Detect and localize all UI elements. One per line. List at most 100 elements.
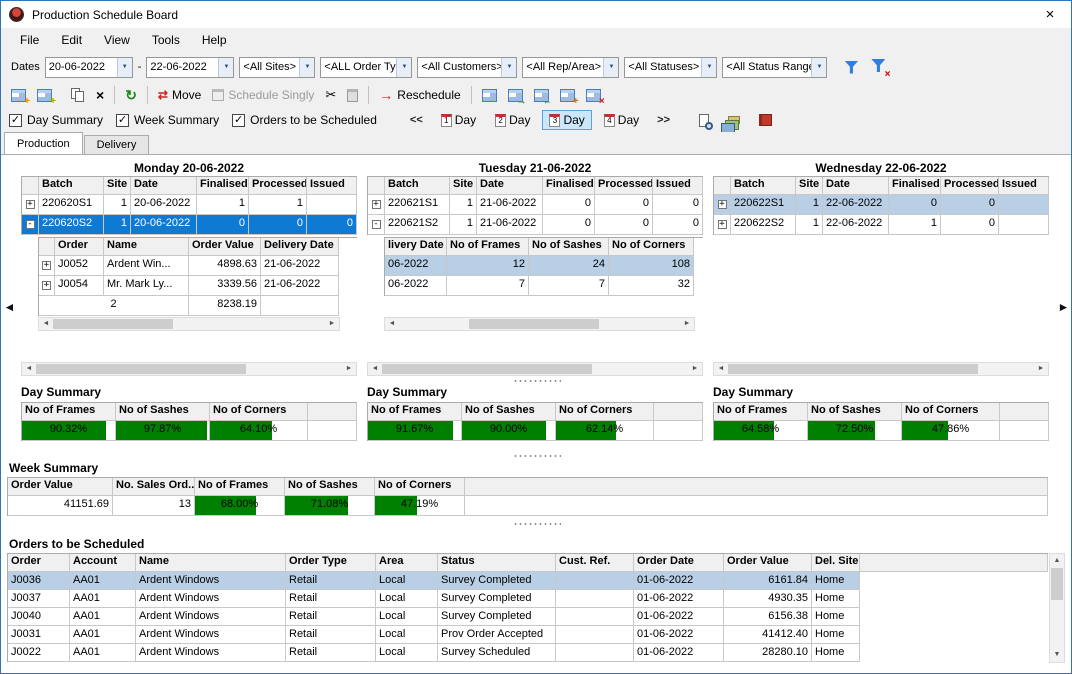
column-header-no-of-sashes[interactable]: No of Sashes xyxy=(462,403,556,421)
close-button[interactable]: × xyxy=(1029,1,1071,28)
order-row[interactable]: + J0052 Ardent Win... 4898.63 21-06-2022 xyxy=(39,256,357,276)
grid-view-button[interactable] xyxy=(478,84,501,106)
column-header-status[interactable]: Status xyxy=(438,554,556,572)
order-row[interactable]: J0031 AA01 Ardent Windows Retail Local P… xyxy=(8,626,1048,644)
scrollbar-thumb[interactable] xyxy=(53,319,173,329)
column-header-processed[interactable]: Processed xyxy=(595,177,653,195)
grid-edit-button[interactable]: × xyxy=(582,84,605,106)
order-row-highlighted[interactable]: J0036 AA01 Ardent Windows Retail Local S… xyxy=(8,572,1048,590)
collapse-cell[interactable]: - xyxy=(22,215,39,235)
tab-delivery[interactable]: Delivery xyxy=(84,135,150,154)
close-register-button[interactable] xyxy=(755,109,776,131)
scroll-right-icon[interactable]: ► xyxy=(342,363,356,375)
column-header-no-of-corners[interactable]: No of Corners xyxy=(902,403,1000,421)
collapse-icon[interactable]: - xyxy=(372,220,381,229)
scroll-right-icon[interactable]: ► xyxy=(1034,363,1048,375)
column-header-date[interactable]: Date xyxy=(823,177,889,195)
column-header-no-of-sashes[interactable]: No of Sashes xyxy=(808,403,902,421)
chevron-down-icon[interactable]: ▼ xyxy=(501,58,516,77)
scrollbar-thumb[interactable] xyxy=(382,364,592,374)
column-header-issued[interactable]: Issued xyxy=(999,177,1049,195)
menu-view[interactable]: View xyxy=(93,29,141,51)
scrollbar-thumb[interactable] xyxy=(469,319,599,329)
collapse-cell[interactable]: - xyxy=(368,215,385,235)
week-summary-checkbox[interactable]: ✓ xyxy=(116,114,129,127)
scroll-left-icon[interactable]: ◄ xyxy=(368,363,382,375)
chevron-down-icon[interactable]: ▼ xyxy=(299,58,314,77)
menu-help[interactable]: Help xyxy=(191,29,238,51)
grid-export-button[interactable]: → xyxy=(504,84,527,106)
column-header-site[interactable]: Site xyxy=(104,177,131,195)
column-header-order-value[interactable]: Order Value xyxy=(8,478,113,496)
column-header-finalised[interactable]: Finalised xyxy=(543,177,595,195)
scrollbar-track[interactable] xyxy=(246,363,342,375)
chevron-down-icon[interactable]: ▼ xyxy=(603,58,618,77)
grid-add-button[interactable]: + xyxy=(556,84,579,106)
expand-icon[interactable]: + xyxy=(26,200,35,209)
new-schedule-button[interactable]: + xyxy=(7,84,30,106)
statuses-filter-dropdown[interactable]: <All Statuses> ▼ xyxy=(624,57,717,78)
scroll-right-icon[interactable]: ► xyxy=(688,363,702,375)
apply-filter-button[interactable] xyxy=(840,56,862,78)
column-header-delivery-date[interactable]: Delivery Date xyxy=(261,238,339,256)
column-header-no-of-sashes[interactable]: No of Sashes xyxy=(116,403,210,421)
column-header-site[interactable]: Site xyxy=(796,177,823,195)
collapse-icon[interactable]: - xyxy=(26,220,35,229)
column-header-cust-ref[interactable]: Cust. Ref. xyxy=(556,554,634,572)
scrollbar-track[interactable] xyxy=(592,363,688,375)
date-from-picker[interactable]: 20-06-2022 ▼ xyxy=(45,57,133,78)
order-row[interactable]: J0022 AA01 Ardent Windows Retail Local S… xyxy=(8,644,1048,662)
expand-cell[interactable]: + xyxy=(22,195,39,215)
batch-row-selected[interactable]: - 220620S2 1 20-06-2022 0 0 0 xyxy=(22,215,357,235)
expand-cell[interactable]: + xyxy=(368,195,385,215)
expand-cell[interactable]: + xyxy=(39,256,55,276)
column-header-no-of-sashes[interactable]: No of Sashes xyxy=(285,478,375,496)
scroll-left-icon[interactable]: ◄ xyxy=(385,318,399,330)
previous-days-button[interactable]: << xyxy=(404,112,429,128)
subgrid-horizontal-scrollbar[interactable]: ◄ ► xyxy=(384,317,695,331)
chevron-down-icon[interactable]: ▼ xyxy=(811,58,826,77)
scrollbar-track[interactable] xyxy=(399,318,469,330)
chevron-down-icon[interactable]: ▼ xyxy=(218,58,233,77)
column-header-no-of-frames[interactable]: No of Frames xyxy=(22,403,116,421)
subgrid-horizontal-scrollbar[interactable]: ◄ ► xyxy=(38,317,340,331)
column-header-delivery-date[interactable]: livery Date xyxy=(385,238,447,256)
column-header-name[interactable]: Name xyxy=(136,554,286,572)
scroll-panels-left-button[interactable]: ◄ xyxy=(3,293,16,321)
two-day-view-button[interactable]: 2Day xyxy=(488,110,537,130)
column-header-no-of-corners[interactable]: No of Corners xyxy=(609,238,694,256)
column-header-order[interactable]: Order xyxy=(8,554,70,572)
scroll-up-icon[interactable]: ▲ xyxy=(1050,554,1064,568)
day-summary-checkbox[interactable]: ✓ xyxy=(9,114,22,127)
column-header-processed[interactable]: Processed xyxy=(941,177,999,195)
batch-row[interactable]: + 220621S1 1 21-06-2022 0 0 0 xyxy=(368,195,703,215)
chevron-down-icon[interactable]: ▼ xyxy=(396,58,411,77)
column-header-site[interactable]: Site xyxy=(450,177,477,195)
expand-icon[interactable]: + xyxy=(718,220,727,229)
expand-cell[interactable]: + xyxy=(714,215,731,235)
column-header-no-of-frames[interactable]: No of Frames xyxy=(447,238,529,256)
column-header-order-type[interactable]: Order Type xyxy=(286,554,376,572)
scrollbar-thumb[interactable] xyxy=(728,364,978,374)
column-header-processed[interactable]: Processed xyxy=(249,177,307,195)
move-button[interactable]: ⇄Move xyxy=(154,84,205,106)
menu-edit[interactable]: Edit xyxy=(50,29,93,51)
four-day-view-button[interactable]: 4Day xyxy=(597,110,646,130)
schedule-singly-button[interactable]: Schedule Singly xyxy=(208,84,318,106)
menu-file[interactable]: File xyxy=(9,29,50,51)
batch-row[interactable]: + 220620S1 1 20-06-2022 1 1 xyxy=(22,195,357,215)
column-header-name[interactable]: Name xyxy=(104,238,189,256)
order-row[interactable]: + J0054 Mr. Mark Ly... 3339.56 21-06-202… xyxy=(39,276,357,296)
scrollbar-track[interactable] xyxy=(978,363,1034,375)
column-header-area[interactable]: Area xyxy=(376,554,438,572)
status-range-filter-dropdown[interactable]: <All Status Range ▼ xyxy=(722,57,827,78)
tab-production[interactable]: Production xyxy=(4,132,83,154)
scrollbar-track[interactable] xyxy=(599,318,680,330)
expand-icon[interactable]: + xyxy=(42,281,51,290)
menu-tools[interactable]: Tools xyxy=(141,29,191,51)
cut-button[interactable]: ✂ xyxy=(321,84,340,106)
next-days-button[interactable]: >> xyxy=(651,112,676,128)
column-header-order[interactable]: Order xyxy=(55,238,104,256)
scroll-right-icon[interactable]: ► xyxy=(325,318,339,330)
one-day-view-button[interactable]: 1Day xyxy=(434,110,483,130)
